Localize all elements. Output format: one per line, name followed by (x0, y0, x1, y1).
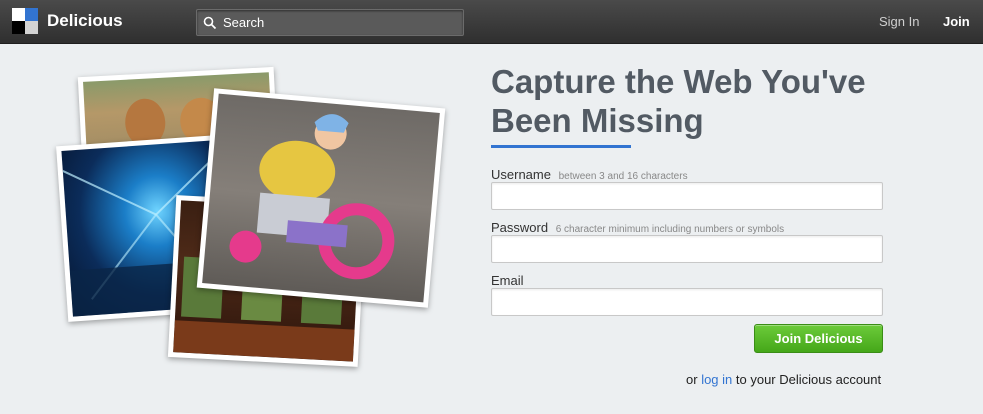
page-title-line-2: Been Missing (491, 102, 704, 139)
password-label: Password (491, 220, 549, 235)
search-input[interactable] (223, 13, 453, 32)
password-label-row: Password 6 character minimum including n… (491, 220, 784, 235)
logo-quadrant-white (12, 8, 25, 21)
photo-kid-image (202, 93, 440, 303)
username-hint: between 3 and 16 characters (558, 171, 688, 182)
photo-kid-bigwheel (196, 88, 446, 308)
login-suffix: to your Delicious account (735, 372, 882, 387)
join-link[interactable]: Join (943, 14, 970, 29)
search-box[interactable] (196, 9, 464, 36)
page-title-line-1: Capture the Web You've (491, 63, 866, 100)
password-field[interactable] (491, 235, 883, 263)
username-label-row: Username between 3 and 16 characters (491, 167, 688, 182)
username-label: Username (491, 167, 551, 182)
search-icon (203, 16, 217, 30)
title-underline (491, 145, 631, 148)
brand-name[interactable]: Delicious (47, 11, 123, 31)
logo-quadrant-gray (25, 21, 38, 34)
kid-on-bigwheel (229, 114, 395, 280)
logo-quadrant-black (12, 21, 25, 34)
log-in-link[interactable]: log in (701, 372, 732, 387)
top-navigation-bar: Delicious Sign In Join (0, 0, 983, 44)
login-prefix: or (686, 372, 698, 387)
email-label-row: Email (491, 273, 524, 288)
email-field[interactable] (491, 288, 883, 316)
sign-in-link[interactable]: Sign In (879, 14, 919, 29)
logo-quadrant-blue (25, 8, 38, 21)
delicious-logo-icon[interactable] (12, 8, 38, 34)
join-delicious-button[interactable]: Join Delicious (754, 324, 883, 353)
page-title: Capture the Web You've Been Missing (491, 62, 891, 140)
login-prompt: or log in to your Delicious account (686, 372, 881, 387)
email-label: Email (491, 273, 524, 288)
password-hint: 6 character minimum including numbers or… (555, 224, 785, 235)
username-field[interactable] (491, 182, 883, 210)
